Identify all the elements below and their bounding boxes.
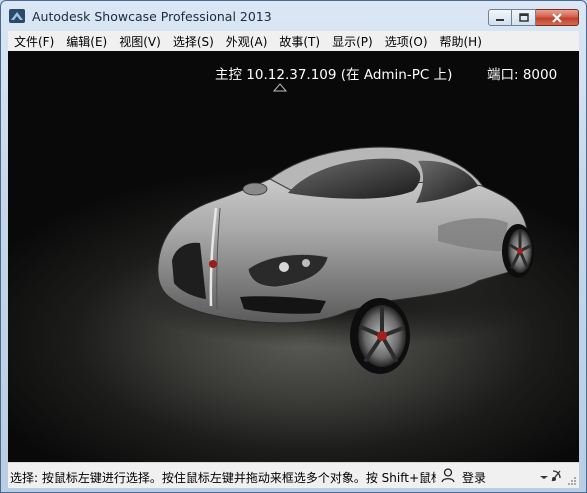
menu-file[interactable]: 文件(F) xyxy=(8,33,60,50)
status-bar: 选择: 按鼠标左键进行选择。按住鼠标左键并拖动来框选多个对象。按 Shift+鼠… xyxy=(8,462,579,488)
login-link[interactable]: 登录 xyxy=(462,469,486,486)
window-controls xyxy=(488,9,579,26)
menu-display[interactable]: 显示(P) xyxy=(326,33,379,50)
showcase-app-icon xyxy=(9,9,25,23)
port-info: 端口: 8000 xyxy=(487,67,558,83)
menu-story[interactable]: 故事(T) xyxy=(273,33,326,50)
menu-edit[interactable]: 编辑(E) xyxy=(60,33,113,50)
menu-view[interactable]: 视图(V) xyxy=(113,33,167,50)
maximize-button[interactable] xyxy=(512,9,536,26)
user-icon xyxy=(441,468,455,483)
minimize-icon xyxy=(496,18,504,21)
car-model-render xyxy=(138,83,538,374)
minimize-button[interactable] xyxy=(488,9,512,26)
connection-icon[interactable] xyxy=(538,468,564,484)
close-button[interactable] xyxy=(536,9,579,26)
app-window: Autodesk Showcase Professional 2013 文件(F… xyxy=(0,0,587,493)
close-icon xyxy=(552,12,562,23)
title-bar[interactable]: Autodesk Showcase Professional 2013 xyxy=(1,1,586,31)
resize-grip-icon[interactable] xyxy=(566,475,577,486)
menu-select[interactable]: 选择(S) xyxy=(167,33,220,50)
menu-help[interactable]: 帮助(H) xyxy=(434,33,488,50)
menu-bar: 文件(F) 编辑(E) 视图(V) 选择(S) 外观(A) 故事(T) 显示(P… xyxy=(8,31,579,52)
status-message: 选择: 按鼠标左键进行选择。按住鼠标左键并拖动来框选多个对象。按 Shift+鼠… xyxy=(10,471,436,485)
menu-appearance[interactable]: 外观(A) xyxy=(220,33,274,50)
menu-options[interactable]: 选项(O) xyxy=(379,33,434,50)
maximize-icon xyxy=(518,13,529,22)
3d-viewport[interactable]: 主控 10.12.37.109 (在 Admin-PC 上) 端口: 8000 xyxy=(8,51,579,462)
window-title: Autodesk Showcase Professional 2013 xyxy=(32,9,272,24)
host-info: 主控 10.12.37.109 (在 Admin-PC 上) xyxy=(215,67,453,83)
